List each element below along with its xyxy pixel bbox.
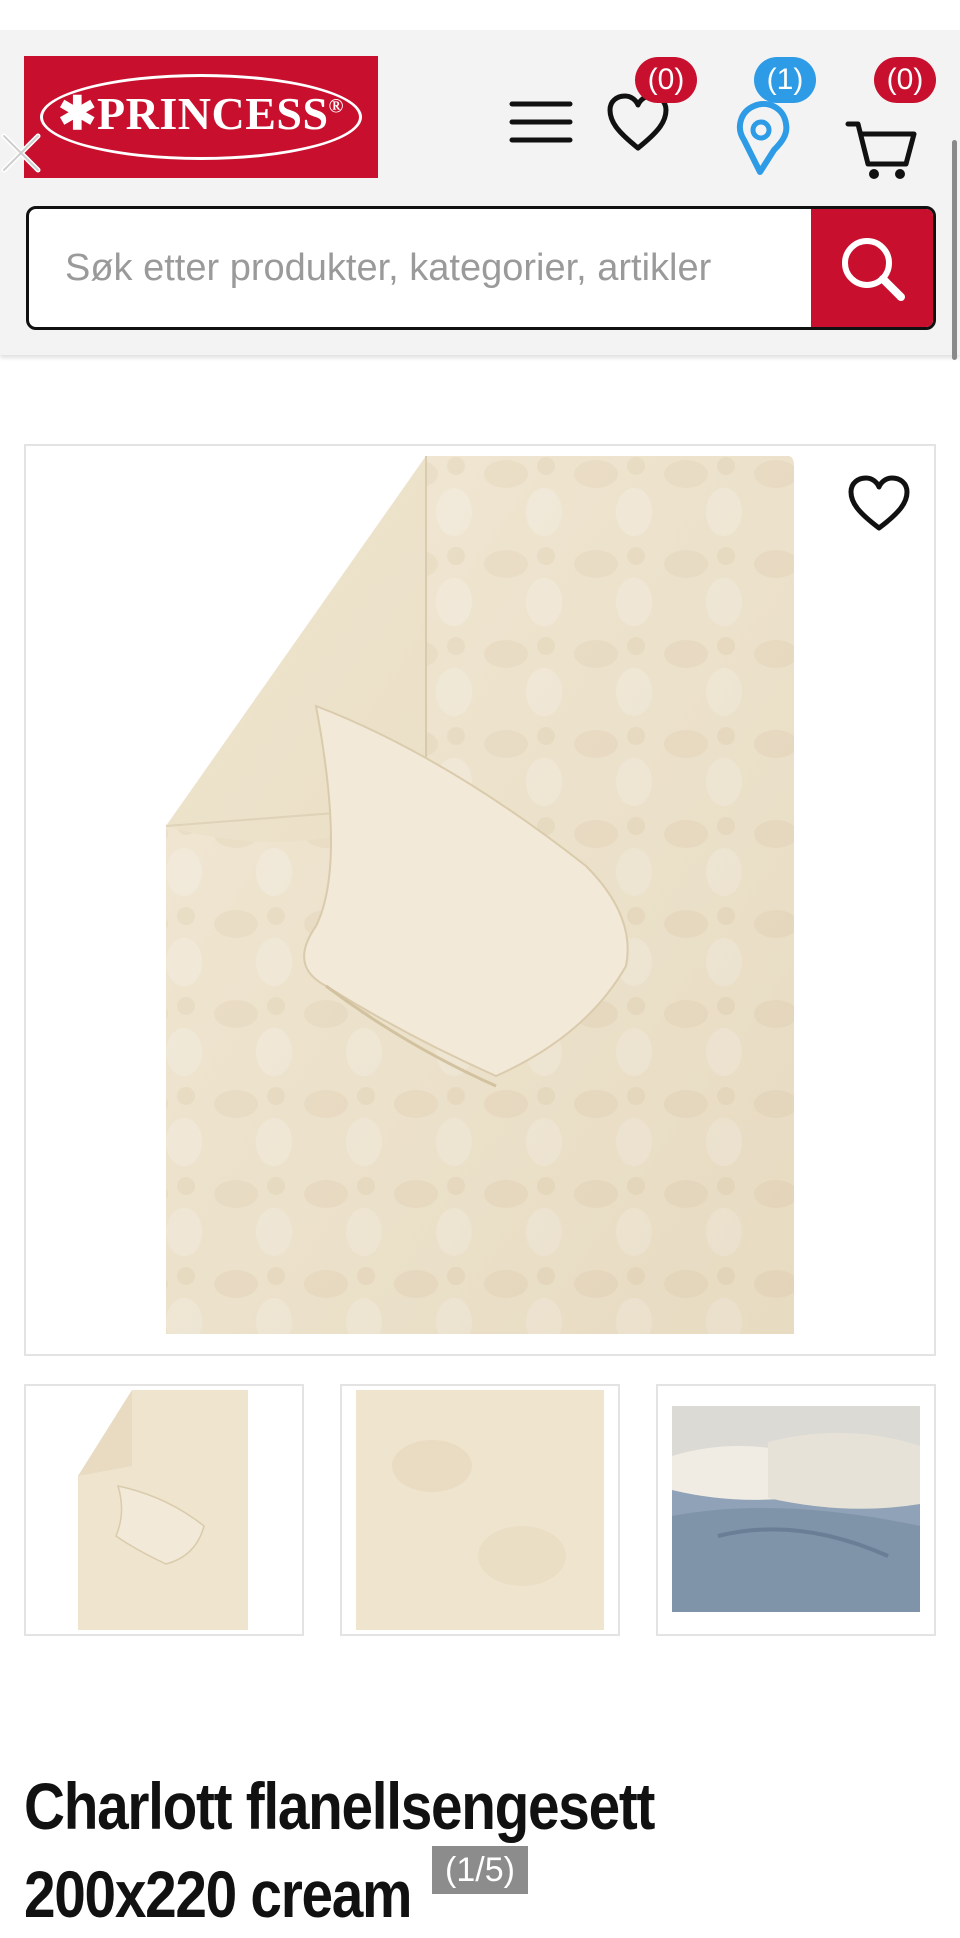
search-button[interactable] bbox=[811, 209, 933, 327]
princess-logo[interactable]: ✱PRINCESS® bbox=[24, 56, 378, 178]
menu-button[interactable] bbox=[508, 92, 574, 148]
logo-text: PRINCESS bbox=[97, 88, 329, 139]
cart-button[interactable] bbox=[844, 90, 918, 182]
product-title: Charlott flanellsengesett 200x220 cream bbox=[24, 1769, 655, 1931]
search-input[interactable] bbox=[29, 209, 815, 327]
wishlist-count-badge: (0) bbox=[635, 57, 697, 103]
close-icon[interactable] bbox=[0, 130, 44, 174]
thumbnail-3[interactable] bbox=[656, 1384, 936, 1636]
stores-count-badge: (1) bbox=[754, 57, 816, 103]
cart-icon bbox=[845, 121, 917, 179]
search-icon bbox=[842, 238, 905, 301]
location-icon bbox=[736, 101, 790, 175]
logo-star-icon: ✱ bbox=[57, 88, 98, 139]
logo-registered-mark: ® bbox=[328, 95, 344, 118]
product-main-image[interactable] bbox=[24, 444, 936, 1356]
stores-button[interactable] bbox=[730, 92, 800, 184]
status-bar-area bbox=[0, 0, 960, 30]
image-counter: (1/5) bbox=[432, 1846, 528, 1894]
scrollbar[interactable] bbox=[952, 140, 957, 360]
heart-icon bbox=[848, 475, 910, 531]
add-to-wishlist-button[interactable] bbox=[846, 474, 912, 534]
cart-count-badge: (0) bbox=[874, 57, 936, 103]
thumbnail-2[interactable] bbox=[340, 1384, 620, 1636]
search-bar bbox=[26, 206, 936, 330]
thumbnail-1[interactable] bbox=[24, 1384, 304, 1636]
site-header: ✱PRINCESS® (0) (1) (0) bbox=[0, 30, 960, 355]
menu-icon bbox=[509, 101, 573, 143]
